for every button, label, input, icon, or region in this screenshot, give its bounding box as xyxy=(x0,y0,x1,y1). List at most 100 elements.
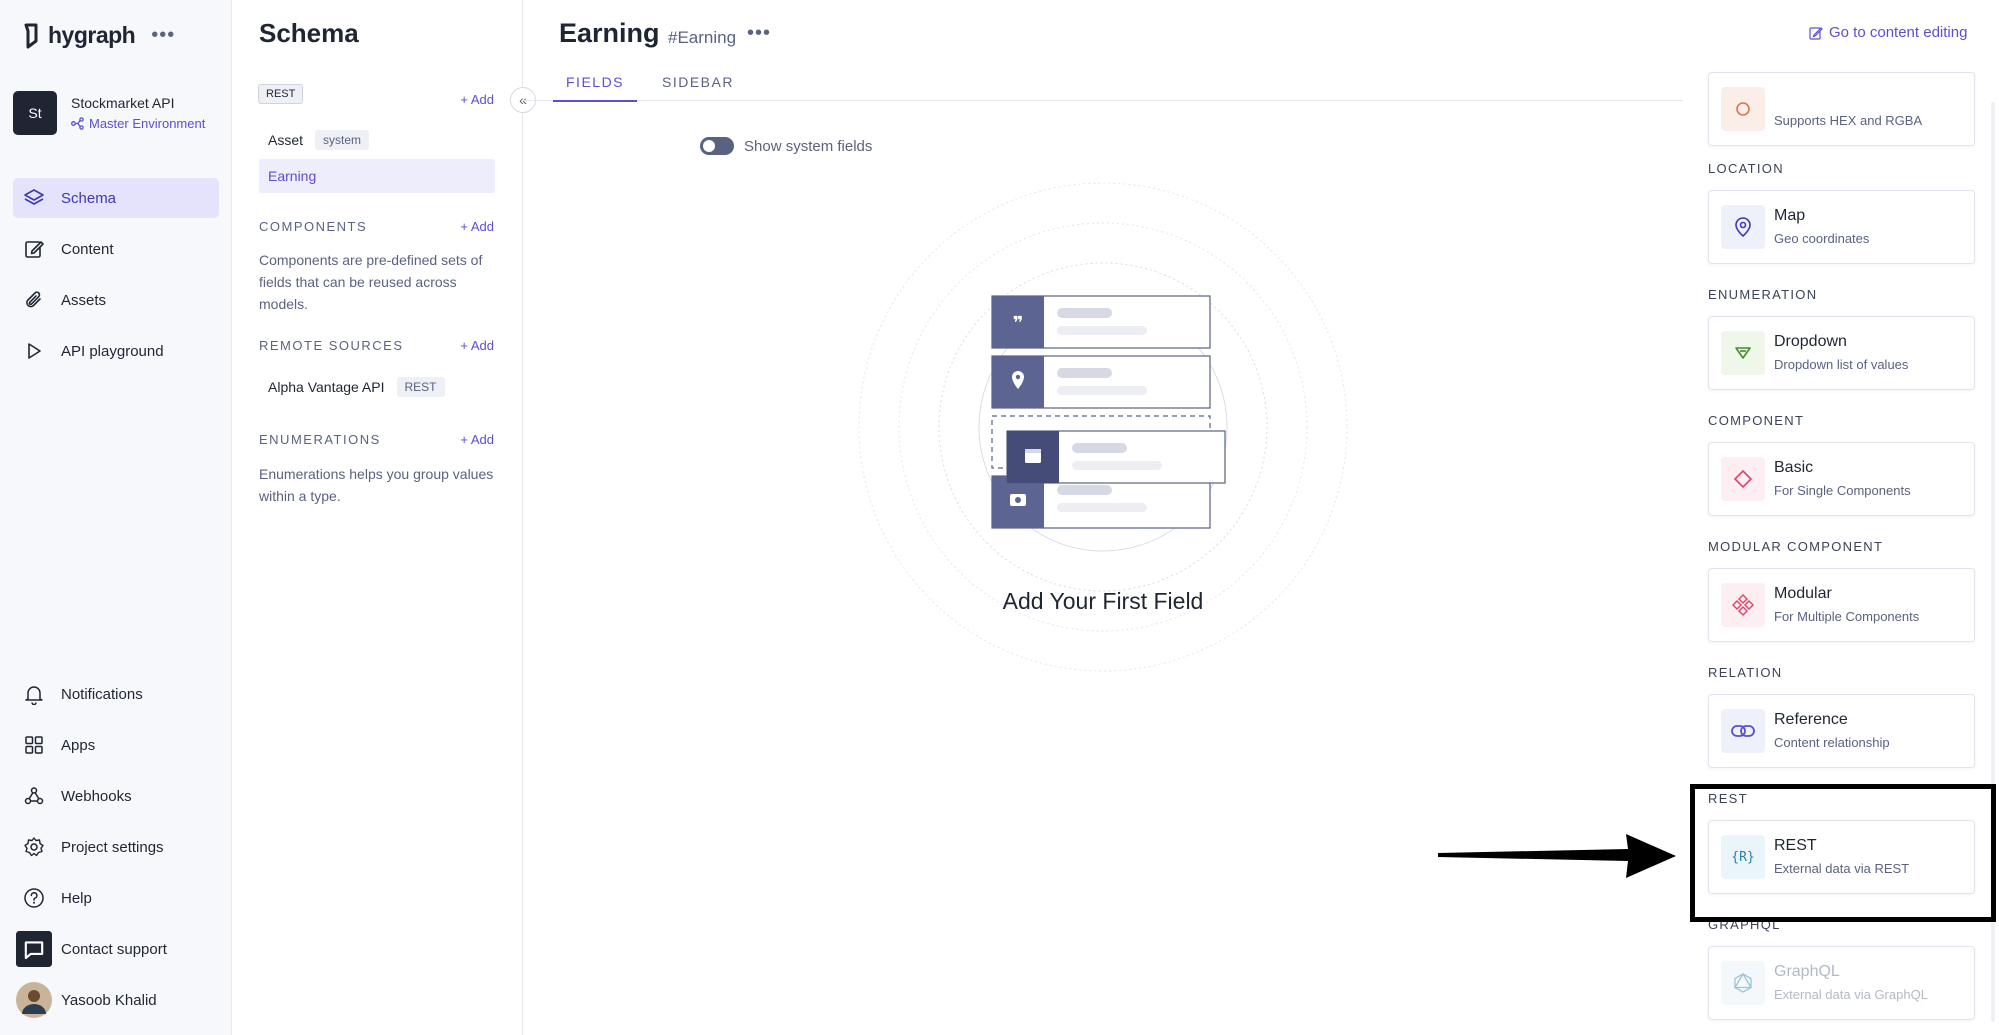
gear-icon xyxy=(24,837,44,857)
nav-contact-support-label: Contact support xyxy=(61,940,167,958)
rest-badge: REST xyxy=(396,377,445,397)
field-type-graphql-subtitle: External data via GraphQL xyxy=(1774,987,1928,1002)
nav-api-playground[interactable]: API playground xyxy=(13,331,219,371)
svg-text:❞: ❞ xyxy=(1013,313,1024,334)
field-type-map[interactable]: Map Geo coordinates xyxy=(1708,190,1975,264)
link-icon xyxy=(1721,709,1765,753)
model-item-earning[interactable]: Earning xyxy=(259,159,495,193)
field-type-color[interactable]: Supports HEX and RGBA xyxy=(1708,72,1975,146)
edit-icon xyxy=(25,241,44,258)
field-type-map-title: Map xyxy=(1774,207,1806,224)
system-badge: system xyxy=(315,130,370,150)
map-pin-icon xyxy=(1721,205,1765,249)
nav-assets[interactable]: Assets xyxy=(13,280,219,320)
date-field-card-dragging xyxy=(1006,430,1226,484)
dropdown-icon xyxy=(1721,331,1765,375)
model-asset-label: Asset xyxy=(268,132,304,148)
nav-webhooks-label: Webhooks xyxy=(61,787,132,805)
category-modular-component: MODULAR COMPONENT xyxy=(1708,539,1884,554)
brand-menu-dots[interactable]: ••• xyxy=(151,24,175,47)
field-type-modular-title: Modular xyxy=(1774,585,1832,602)
add-remote-label: Add xyxy=(470,338,494,353)
avatar xyxy=(16,982,52,1018)
nav-help-label: Help xyxy=(61,889,92,907)
environment-link[interactable]: Master Environment xyxy=(71,116,205,131)
field-type-color-subtitle: Supports HEX and RGBA xyxy=(1774,113,1923,128)
model-earning-label: Earning xyxy=(268,168,317,184)
nav-content[interactable]: Content xyxy=(13,229,219,269)
graphql-icon xyxy=(1721,961,1765,1005)
nav-content-label: Content xyxy=(61,240,114,258)
category-location: LOCATION xyxy=(1708,161,1784,176)
enumerations-description: Enumerations helps you group values with… xyxy=(259,466,494,504)
field-type-dropdown-subtitle: Dropdown list of values xyxy=(1774,357,1909,372)
add-model-button[interactable]: + Add xyxy=(460,92,494,107)
nav-assets-label: Assets xyxy=(61,291,107,309)
logo[interactable]: hygraph ••• xyxy=(22,22,175,49)
left-nav: hygraph ••• St Stockmarket API Master En… xyxy=(0,0,232,1035)
field-type-dropdown[interactable]: Dropdown Dropdown list of values xyxy=(1708,316,1975,390)
show-system-fields-toggle[interactable] xyxy=(700,137,734,155)
play-icon xyxy=(28,343,41,359)
add-component-label: Add xyxy=(470,219,494,234)
field-type-map-subtitle: Geo coordinates xyxy=(1774,231,1870,246)
nav-project-settings[interactable]: Project settings xyxy=(13,827,219,867)
nav-webhooks[interactable]: Webhooks xyxy=(13,776,219,816)
nav-schema[interactable]: Schema xyxy=(13,178,219,218)
category-component: COMPONENT xyxy=(1708,413,1805,428)
remote-source-item[interactable]: Alpha Vantage API REST xyxy=(259,370,495,404)
go-to-content-editing-link[interactable]: Go to content editing xyxy=(1809,24,1967,41)
nav-help[interactable]: Help xyxy=(13,878,219,918)
field-type-modular-component[interactable]: Modular For Multiple Components xyxy=(1708,568,1975,642)
chat-icon xyxy=(16,931,52,967)
tab-fields[interactable]: FIELDS xyxy=(553,74,638,102)
rest-tooltip: REST xyxy=(258,84,304,104)
empty-state-title: Add Your First Field xyxy=(1002,588,1204,614)
field-type-graphql-title: GraphQL xyxy=(1774,963,1840,980)
show-system-fields[interactable]: Show system fields xyxy=(700,137,872,155)
field-type-reference[interactable]: Reference Content relationship xyxy=(1708,694,1975,768)
nav-apps-label: Apps xyxy=(61,736,96,754)
color-icon xyxy=(1721,87,1765,131)
remote-sources-header: REMOTE SOURCES xyxy=(259,338,404,353)
add-enumeration-button[interactable]: + Add xyxy=(460,432,494,447)
help-icon xyxy=(24,888,44,908)
pointer-arrow xyxy=(1438,834,1676,878)
model-menu-button[interactable]: ••• xyxy=(747,22,771,45)
nav-notifications[interactable]: Notifications xyxy=(13,674,219,714)
project-switcher[interactable]: St Stockmarket API Master Environment xyxy=(13,91,205,135)
hygraph-logo-icon xyxy=(24,23,38,48)
highlight-box xyxy=(1690,784,1996,922)
add-component-button[interactable]: + Add xyxy=(460,219,494,234)
field-type-graphql[interactable]: GraphQL External data via GraphQL xyxy=(1708,946,1975,1020)
nav-contact-support[interactable]: Contact support xyxy=(13,929,219,969)
nav-schema-label: Schema xyxy=(61,189,117,207)
field-type-basic-subtitle: For Single Components xyxy=(1774,483,1911,498)
nav-notifications-label: Notifications xyxy=(61,685,143,703)
add-remote-source-button[interactable]: + Add xyxy=(460,338,494,353)
project-avatar: St xyxy=(13,91,57,135)
model-title: Earning xyxy=(559,18,660,48)
location-field-card xyxy=(991,355,1211,409)
field-type-basic-component[interactable]: Basic For Single Components xyxy=(1708,442,1975,516)
user-name: Yasoob Khalid xyxy=(61,991,157,1009)
apps-icon xyxy=(25,736,43,754)
schema-panel: Schema LS + Add REST Asset system Earnin… xyxy=(232,0,523,1035)
components-description: Components are pre-defined sets of field… xyxy=(259,252,483,312)
components-header: COMPONENTS xyxy=(259,219,368,234)
enumerations-header: ENUMERATIONS xyxy=(259,432,381,447)
field-type-modular-subtitle: For Multiple Components xyxy=(1774,609,1920,624)
nav-user-profile[interactable]: Yasoob Khalid xyxy=(13,980,219,1020)
tab-sidebar[interactable]: SIDEBAR xyxy=(649,74,747,100)
nav-project-settings-label: Project settings xyxy=(61,838,164,856)
schema-title: Schema xyxy=(259,18,359,48)
remote-source-label: Alpha Vantage API xyxy=(268,379,385,395)
nav-api-playground-label: API playground xyxy=(61,342,164,360)
image-field-card xyxy=(991,475,1211,529)
add-model-label: Add xyxy=(470,92,494,107)
model-item-asset[interactable]: Asset system xyxy=(259,123,495,157)
go-to-content-editing-label: Go to content editing xyxy=(1829,24,1968,41)
diamond-icon xyxy=(1721,457,1765,501)
nav-apps[interactable]: Apps xyxy=(13,725,219,765)
edit-icon xyxy=(1809,26,1823,40)
